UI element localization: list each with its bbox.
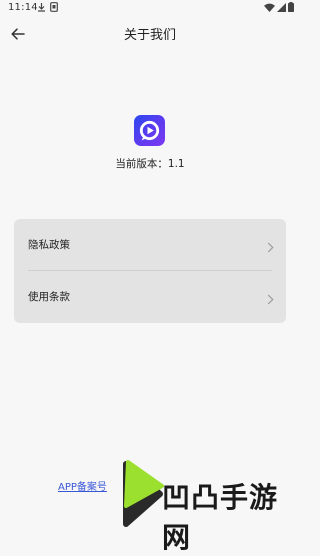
status-system-icons [264,2,294,15]
sim-icon [50,2,58,15]
watermark: 凹凸手游网 [112,456,300,554]
icp-record-link[interactable]: APP备案号 [58,478,107,493]
version-line: 当前版本：1.1 [0,156,300,171]
page-title: 关于我们 [123,28,176,43]
privacy-policy-row[interactable]: 隐私政策 [14,219,286,271]
chevron-right-icon [267,290,274,309]
signal-icon [277,2,286,15]
status-notification-icons [37,2,58,15]
nav-bar: 关于我们 [0,16,300,52]
terms-of-use-row[interactable]: 使用条款 [14,271,286,322]
wifi-icon [264,3,275,15]
watermark-text: 凹凸手游网 [162,481,279,554]
app-logo-icon [134,115,165,146]
terms-of-use-label: 使用条款 [28,291,70,303]
status-bar: 11:14 [0,0,300,16]
version-label: 当前版本： [115,158,168,170]
status-time: 11:14 [8,2,38,13]
download-icon [37,2,46,15]
settings-card: 隐私政策 使用条款 [14,219,286,323]
battery-icon [288,2,294,15]
chevron-right-icon [267,238,274,257]
privacy-policy-label: 隐私政策 [28,239,70,251]
version-value: 1.1 [167,158,185,170]
